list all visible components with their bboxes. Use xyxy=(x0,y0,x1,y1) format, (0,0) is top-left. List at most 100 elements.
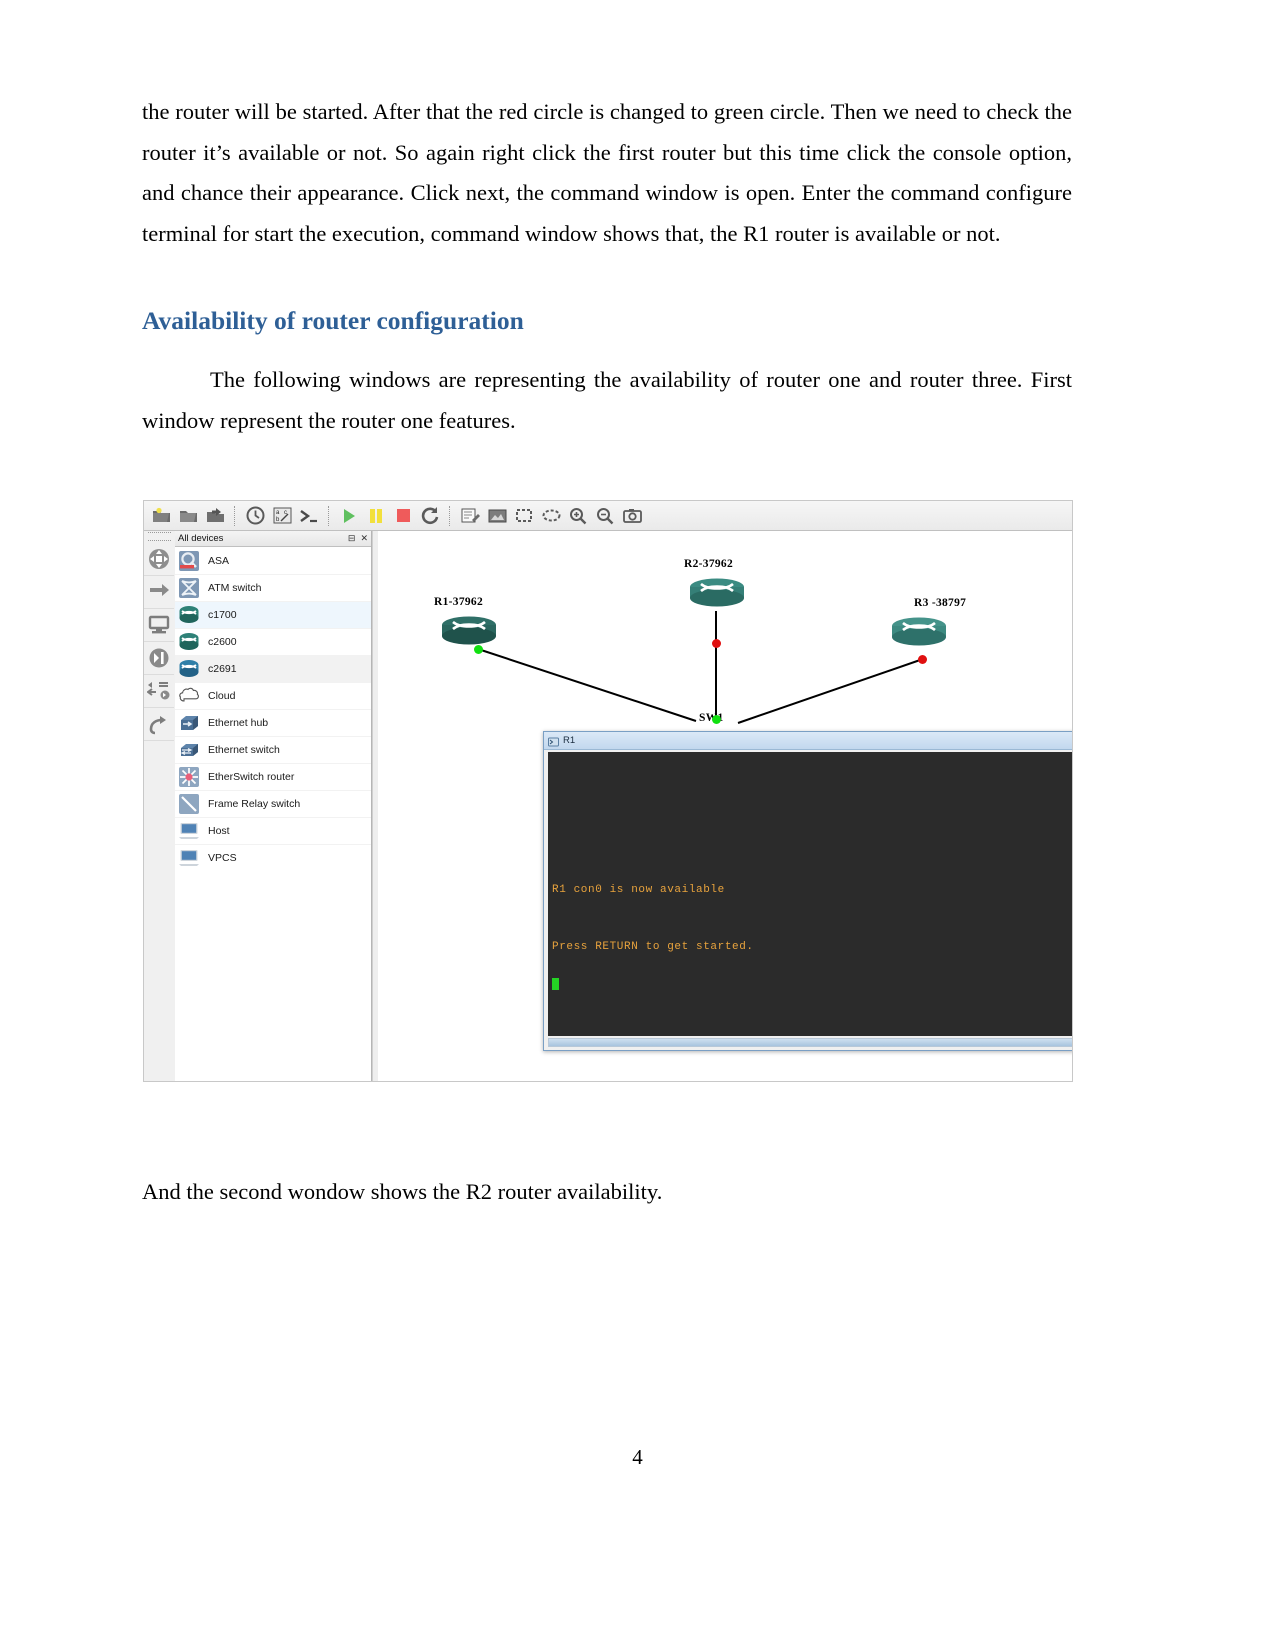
terminal-gap xyxy=(548,954,1072,978)
scrollbar-thumb[interactable] xyxy=(549,1039,1072,1046)
device-list-item-c1700[interactable]: c1700 xyxy=(175,602,371,629)
all-devices-panel: All devices ⊟ ✕ ASA ATM switch c1700 c26… xyxy=(175,531,372,1081)
device-list-item-label: VPCS xyxy=(208,852,237,864)
new-project-icon[interactable] xyxy=(148,504,174,528)
console-all-icon[interactable] xyxy=(296,504,322,528)
toolbar-separator xyxy=(449,505,452,526)
page-number: 4 xyxy=(632,1445,643,1469)
terminal-line: R1 con0 is now available xyxy=(552,884,725,896)
vpcs-icon xyxy=(178,847,200,866)
paragraph-following-windows: The following windows are representing t… xyxy=(142,360,1072,441)
terminal-gap xyxy=(548,897,1072,941)
device-list-item-ethernet-switch[interactable]: Ethernet switch xyxy=(175,737,371,764)
console-window-title: R1 xyxy=(563,735,576,746)
save-project-icon[interactable] xyxy=(202,504,228,528)
asa-icon xyxy=(178,550,200,572)
document-page: the router will be started. After that t… xyxy=(0,0,1275,1650)
link-status-dot-r1 xyxy=(474,645,483,654)
draw-ellipse-icon[interactable] xyxy=(538,504,564,528)
device-list-item-label: c2600 xyxy=(208,636,237,648)
zoom-in-icon[interactable] xyxy=(565,504,591,528)
device-panel-empty-area xyxy=(175,866,371,1081)
router-icon xyxy=(442,616,496,645)
device-list-item-ethernet-hub[interactable]: Ethernet hub xyxy=(175,710,371,737)
panel-close-icon[interactable]: ✕ xyxy=(360,533,368,544)
paragraph-second-window: And the second wondow shows the R2 route… xyxy=(142,1179,663,1204)
link-status-dot-r3 xyxy=(918,655,927,664)
screenshot-icon[interactable] xyxy=(619,504,645,528)
topology-node-label: R1-37962 xyxy=(434,596,484,608)
topology-node-r1[interactable]: R1-37962 xyxy=(434,596,498,654)
device-list-item-frame-relay-switch[interactable]: Frame Relay switch xyxy=(175,791,371,818)
reload-all-icon[interactable] xyxy=(417,504,443,528)
all-devices-panel-title: All devices xyxy=(178,533,224,544)
device-list[interactable]: ASA ATM switch c1700 c2600 c2691 Cloud E… xyxy=(175,547,371,866)
device-list-item-label: EtherSwitch router xyxy=(208,771,295,783)
device-list-item-c2600[interactable]: c2600 xyxy=(175,629,371,656)
console-horizontal-scrollbar[interactable] xyxy=(548,1038,1072,1047)
toolbar-separator xyxy=(234,505,237,526)
open-project-icon[interactable] xyxy=(175,504,201,528)
terminal-line: Press RETURN to get started. xyxy=(552,941,754,953)
suspend-all-icon[interactable] xyxy=(363,504,389,528)
insert-picture-icon[interactable] xyxy=(484,504,510,528)
frame-relay-switch-icon xyxy=(178,793,200,815)
console-terminal[interactable]: R1 con0 is now available Press RETURN to… xyxy=(548,752,1072,1036)
panel-pin-icon[interactable]: ⊟ xyxy=(348,533,356,544)
r1-console-window[interactable]: R1 ─ ❐ ✕ R1 con0 is now available Press … xyxy=(543,731,1072,1051)
router-icon xyxy=(178,604,200,626)
stop-all-icon[interactable] xyxy=(390,504,416,528)
toolbar-separator xyxy=(328,505,331,526)
cloud-icon xyxy=(178,685,200,707)
topology-node-r3[interactable]: R3 -38797 xyxy=(890,597,966,655)
host-icon xyxy=(178,820,200,842)
end-devices-rail-icon[interactable] xyxy=(144,609,174,642)
device-list-item-label: Host xyxy=(208,825,230,837)
terminal-top-blank xyxy=(548,752,1072,884)
topology-node-label: R3 -38797 xyxy=(914,597,967,609)
device-list-item-label: ASA xyxy=(208,555,230,567)
device-list-item-host[interactable]: Host xyxy=(175,818,371,845)
console-window-titlebar[interactable]: R1 ─ ❐ ✕ xyxy=(544,732,1072,750)
security-devices-rail-icon[interactable] xyxy=(144,642,174,675)
topology-canvas[interactable]: R2-37962 R1-37962 R3 -38797 R1 R1 con0 i… xyxy=(378,531,1072,1081)
router-icon xyxy=(178,631,200,653)
terminal-app-icon xyxy=(548,735,559,747)
all-devices-panel-titlebar: All devices ⊟ ✕ xyxy=(175,531,371,547)
etherswitch-router-icon xyxy=(178,766,200,788)
device-category-rail xyxy=(144,531,176,1081)
router-icon xyxy=(690,578,744,607)
device-list-item-vpcs[interactable]: VPCS xyxy=(175,845,371,866)
device-list-item-label: Ethernet switch xyxy=(208,744,280,756)
paragraph-intro: the router will be started. After that t… xyxy=(142,99,1072,246)
draw-rectangle-icon[interactable] xyxy=(511,504,537,528)
rail-drag-grip[interactable] xyxy=(148,532,171,541)
snapshot-icon[interactable] xyxy=(242,504,268,528)
zoom-out-icon[interactable] xyxy=(592,504,618,528)
device-list-item-atm-switch[interactable]: ATM switch xyxy=(175,575,371,602)
document-body: the router will be started. After that t… xyxy=(142,92,1072,441)
routers-rail-icon[interactable] xyxy=(144,543,174,576)
device-list-item-cloud[interactable]: Cloud xyxy=(175,683,371,710)
ethernet-hub-icon xyxy=(178,712,200,734)
device-list-item-etherswitch-router[interactable]: EtherSwitch router xyxy=(175,764,371,791)
topology-node-r2[interactable]: R2-37962 xyxy=(684,558,746,616)
gns3-toolbar: acb xyxy=(144,501,1072,531)
switches-rail-icon[interactable] xyxy=(144,576,174,609)
add-link-rail-icon[interactable] xyxy=(144,708,174,741)
start-all-icon[interactable] xyxy=(336,504,362,528)
all-devices-rail-icon[interactable] xyxy=(144,675,174,708)
router-blue-icon xyxy=(178,658,200,680)
section-heading-availability: Availability of router configuration xyxy=(142,306,524,335)
terminal-cursor xyxy=(552,978,559,990)
device-list-item-asa[interactable]: ASA xyxy=(175,548,371,575)
device-list-item-c2691[interactable]: c2691 xyxy=(175,656,371,683)
atm-switch-icon xyxy=(178,577,200,599)
topology-node-label: R2-37962 xyxy=(684,558,734,570)
device-list-item-label: c1700 xyxy=(208,609,237,621)
link-status-dot-r2 xyxy=(712,639,721,648)
add-note-icon[interactable] xyxy=(457,504,483,528)
show-hide-interface-labels-icon[interactable]: acb xyxy=(269,504,295,528)
